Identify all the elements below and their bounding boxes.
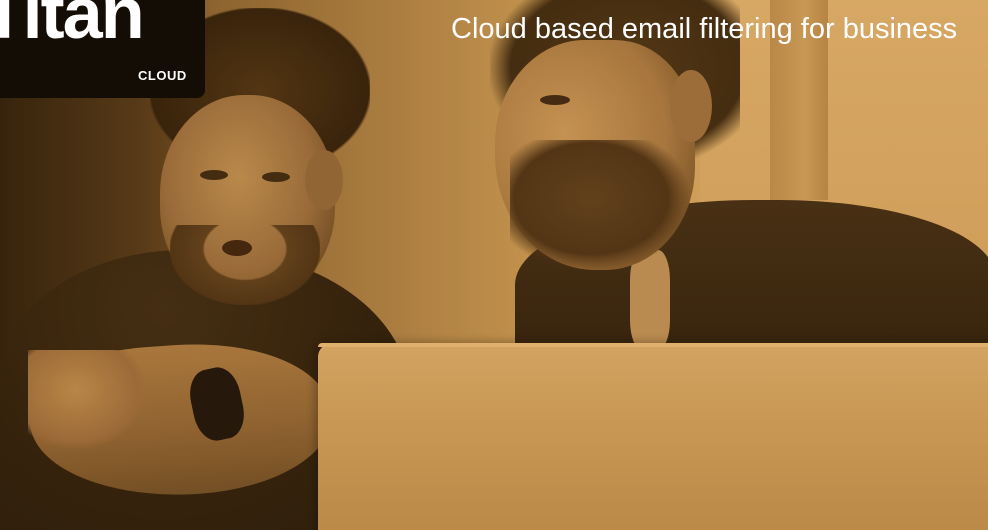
left-person-ear <box>305 150 343 210</box>
right-person-ear <box>670 70 712 142</box>
left-person-beard <box>170 225 320 305</box>
laptop-edge-highlight <box>318 343 988 347</box>
brand-logo-subtitle: CLOUD <box>138 68 187 83</box>
left-person-hand <box>28 350 148 450</box>
right-person-beard <box>510 140 690 270</box>
right-person-eye <box>540 95 570 105</box>
tagline: Cloud based email filtering for business <box>451 13 958 45</box>
left-person-eye <box>262 172 290 182</box>
left-person-mouth <box>222 240 252 256</box>
laptop-lid <box>318 343 988 530</box>
brand-logo-title: Titan <box>0 0 145 54</box>
left-person-eye <box>200 170 228 180</box>
hero-banner: Titan CLOUD Cloud based email filtering … <box>0 0 988 530</box>
